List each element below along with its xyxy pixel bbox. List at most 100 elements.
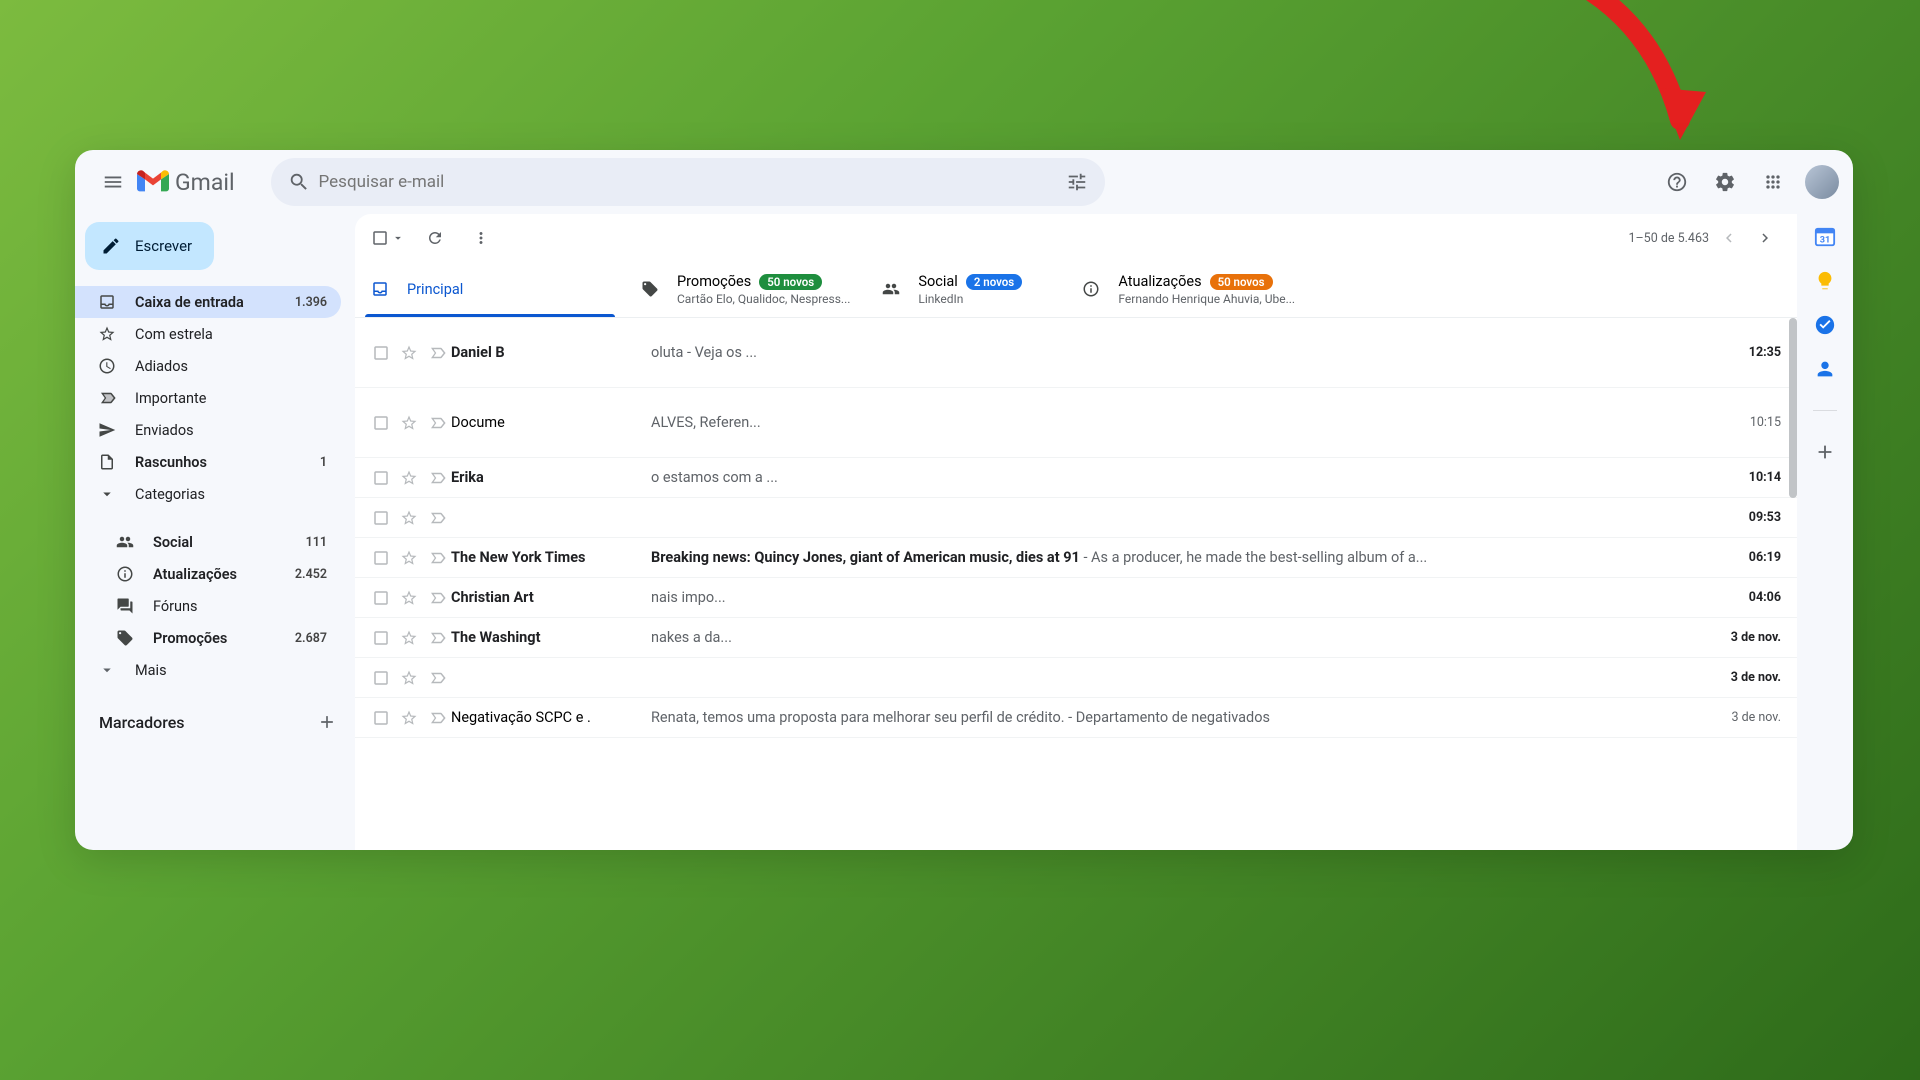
tab-people[interactable]: Social2 novosLinkedIn — [866, 262, 1066, 317]
email-row[interactable]: 09:53 — [355, 498, 1797, 538]
people-icon — [115, 532, 135, 552]
sidebar-item-important[interactable]: Importante — [75, 382, 341, 414]
refresh-button[interactable] — [419, 222, 451, 254]
more-button[interactable] — [465, 222, 497, 254]
row-checkbox[interactable] — [367, 549, 395, 567]
row-important[interactable] — [423, 414, 451, 432]
hamburger-icon — [102, 171, 124, 193]
search-filter-button[interactable] — [1057, 162, 1097, 202]
main-menu-button[interactable] — [89, 158, 137, 206]
row-important[interactable] — [423, 669, 451, 687]
search-bar[interactable] — [271, 158, 1105, 206]
more-vert-icon — [472, 229, 490, 247]
row-time: 3 de nov. — [1701, 670, 1781, 685]
search-icon — [279, 162, 319, 202]
sidebar-item-clock[interactable]: Adiados — [75, 350, 341, 382]
email-row[interactable]: Christian Artnais impo...04:06 — [355, 578, 1797, 618]
chevron-down-icon — [97, 660, 117, 680]
draft-icon — [97, 452, 117, 472]
email-row[interactable]: 3 de nov. — [355, 658, 1797, 698]
tab-tag[interactable]: Promoções50 novosCartão Elo, Qualidoc, N… — [625, 262, 866, 317]
row-sender: Christian Art — [451, 589, 651, 606]
email-row[interactable]: Erikao estamos com a ...10:14 — [355, 458, 1797, 498]
next-page-button[interactable] — [1749, 222, 1781, 254]
row-star[interactable] — [395, 669, 423, 687]
sidebar-item-label: Fóruns — [153, 598, 198, 615]
row-checkbox[interactable] — [367, 344, 395, 362]
prev-page-button[interactable] — [1713, 222, 1745, 254]
row-star[interactable] — [395, 469, 423, 487]
row-star[interactable] — [395, 709, 423, 727]
row-star[interactable] — [395, 414, 423, 432]
email-row[interactable]: The Washingtnakes a da...3 de nov. — [355, 618, 1797, 658]
email-row[interactable]: DocumeALVES, Referen...10:15 — [355, 388, 1797, 458]
chevron-left-icon — [1720, 229, 1738, 247]
main-panel: 1–50 de 5.463 PrincipalPromoções50 novos… — [355, 214, 1797, 850]
svg-text:31: 31 — [1820, 236, 1831, 246]
keep-app-button[interactable] — [1814, 270, 1836, 292]
row-star[interactable] — [395, 344, 423, 362]
row-important[interactable] — [423, 344, 451, 362]
row-star[interactable] — [395, 589, 423, 607]
row-star[interactable] — [395, 509, 423, 527]
get-addons-button[interactable] — [1814, 441, 1836, 463]
sidebar-item-inbox[interactable]: Caixa de entrada1.396 — [75, 286, 341, 318]
sidebar-item-draft[interactable]: Rascunhos1 — [75, 446, 341, 478]
account-avatar[interactable] — [1805, 165, 1839, 199]
row-important[interactable] — [423, 589, 451, 607]
row-important[interactable] — [423, 509, 451, 527]
tasks-icon — [1814, 314, 1836, 336]
row-star[interactable] — [395, 629, 423, 647]
inbox-icon — [371, 280, 391, 300]
settings-button[interactable] — [1705, 162, 1745, 202]
row-checkbox[interactable] — [367, 414, 395, 432]
tasks-app-button[interactable] — [1814, 314, 1836, 336]
tab-inbox[interactable]: Principal — [355, 262, 625, 317]
row-sender: The Washingt — [451, 629, 651, 646]
sidebar-category-forum[interactable]: Fóruns — [93, 590, 341, 622]
people-icon — [882, 280, 902, 300]
sidebar-category-people[interactable]: Social111 — [93, 526, 341, 558]
gear-icon — [1714, 171, 1736, 193]
email-row[interactable]: Daniel Boluta - Veja os ...12:35 — [355, 318, 1797, 388]
sidebar-item-send[interactable]: Enviados — [75, 414, 341, 446]
contacts-app-button[interactable] — [1814, 358, 1836, 380]
row-checkbox[interactable] — [367, 589, 395, 607]
send-icon — [97, 420, 117, 440]
row-star[interactable] — [395, 549, 423, 567]
row-important[interactable] — [423, 709, 451, 727]
sidebar-item-star[interactable]: Com estrela — [75, 318, 341, 350]
compose-button[interactable]: Escrever — [85, 222, 214, 270]
sidebar-category-info[interactable]: Atualizações2.452 — [93, 558, 341, 590]
row-checkbox[interactable] — [367, 669, 395, 687]
email-row[interactable]: The New York TimesBreaking news: Quincy … — [355, 538, 1797, 578]
email-list: Daniel Boluta - Veja os ...12:35DocumeAL… — [355, 318, 1797, 850]
tab-info[interactable]: Atualizações50 novosFernando Henrique Ah… — [1066, 262, 1311, 317]
row-sender: The New York Times — [451, 549, 651, 566]
sidebar-item-expand[interactable]: Categorias — [75, 478, 341, 510]
row-important[interactable] — [423, 469, 451, 487]
apps-button[interactable] — [1753, 162, 1793, 202]
tab-label: Promoções — [677, 273, 751, 290]
row-checkbox[interactable] — [367, 709, 395, 727]
row-important[interactable] — [423, 629, 451, 647]
sidebar-category-tag[interactable]: Promoções2.687 — [93, 622, 341, 654]
plus-icon — [1814, 441, 1836, 463]
select-all-checkbox[interactable] — [371, 229, 405, 247]
row-checkbox[interactable] — [367, 509, 395, 527]
gmail-logo[interactable]: Gmail — [137, 169, 235, 196]
sidebar-item-more[interactable]: Mais — [75, 654, 341, 686]
row-important[interactable] — [423, 549, 451, 567]
sidebar-item-label: Caixa de entrada — [135, 294, 244, 311]
add-label-button[interactable] — [317, 712, 337, 732]
scrollbar-thumb[interactable] — [1789, 318, 1797, 498]
row-checkbox[interactable] — [367, 469, 395, 487]
search-input[interactable] — [319, 172, 1057, 192]
calendar-app-button[interactable]: 31 — [1814, 226, 1836, 248]
row-checkbox[interactable] — [367, 629, 395, 647]
email-row[interactable]: Negativação SCPC e .Renata, temos uma pr… — [355, 698, 1797, 738]
row-subject: Renata, temos uma proposta para melhorar… — [651, 709, 1701, 726]
row-sender: Daniel B — [451, 344, 651, 361]
tab-label: Principal — [407, 281, 463, 298]
help-button[interactable] — [1657, 162, 1697, 202]
